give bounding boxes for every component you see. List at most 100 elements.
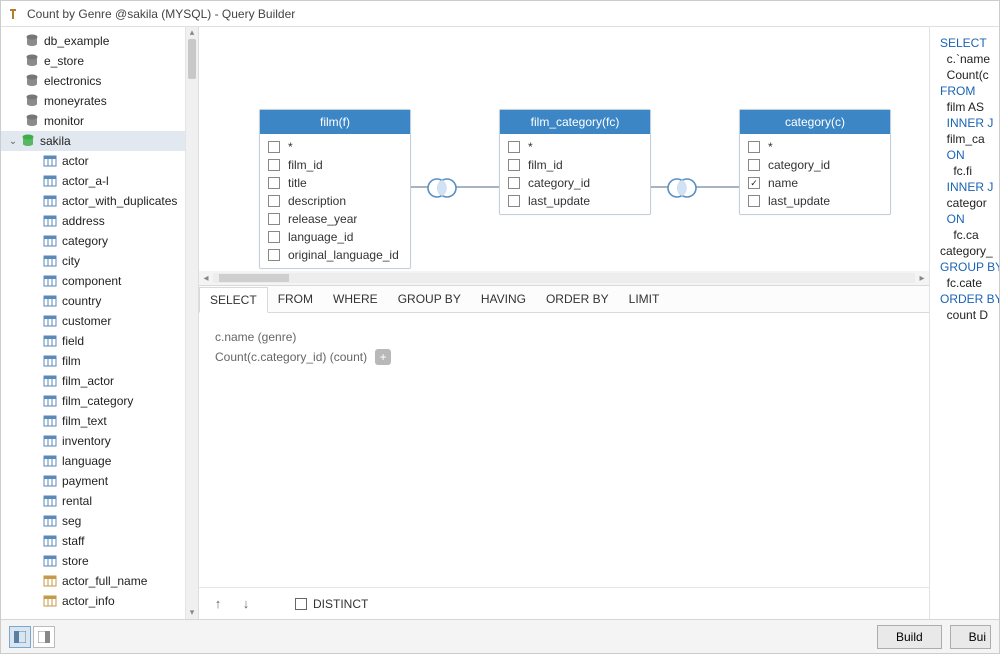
column-row[interactable]: last_update (500, 192, 650, 210)
scroll-up-icon[interactable]: ▴ (186, 27, 198, 39)
column-checkbox[interactable] (748, 159, 760, 171)
column-checkbox[interactable] (268, 249, 280, 261)
tab-where[interactable]: WHERE (323, 286, 388, 312)
column-label: language_id (288, 230, 353, 244)
select-row[interactable]: Count(c.category_id) (count)+ (215, 347, 913, 367)
table-card-header[interactable]: film_category(fc) (500, 110, 650, 134)
table-item[interactable]: address (1, 211, 185, 231)
move-up-icon[interactable]: ↑ (209, 596, 227, 611)
checkbox-icon[interactable] (295, 598, 307, 610)
table-card[interactable]: category(c) *category_idnamelast_update (739, 109, 891, 215)
table-item[interactable]: store (1, 551, 185, 571)
column-checkbox[interactable] (268, 141, 280, 153)
scroll-thumb[interactable] (188, 39, 196, 79)
column-row[interactable]: * (500, 138, 650, 156)
sidebar-scrollbar[interactable]: ▴ ▾ (185, 27, 198, 619)
toggle-left-panel[interactable] (9, 626, 31, 648)
table-card[interactable]: film(f) *film_idtitledescriptionrelease_y… (259, 109, 411, 269)
hscroll-thumb[interactable] (219, 274, 289, 282)
hscroll-left-icon[interactable]: ◂ (199, 273, 213, 284)
db-item[interactable]: moneyrates (1, 91, 185, 111)
build-run-button[interactable]: Bui (950, 625, 991, 649)
select-row[interactable]: c.name (genre) (215, 327, 913, 347)
table-item[interactable]: actor_a-l (1, 171, 185, 191)
table-item[interactable]: payment (1, 471, 185, 491)
table-item[interactable]: country (1, 291, 185, 311)
db-item[interactable]: e_store (1, 51, 185, 71)
table-label: category (62, 234, 108, 248)
column-row[interactable]: film_id (260, 156, 410, 174)
column-checkbox[interactable] (268, 159, 280, 171)
table-item[interactable]: customer (1, 311, 185, 331)
db-item-active[interactable]: ⌄sakila (1, 131, 185, 151)
db-tree[interactable]: db_examplee_storeelectronicsmoneyratesmo… (1, 27, 185, 619)
table-item[interactable]: seg (1, 511, 185, 531)
column-row[interactable]: release_year (260, 210, 410, 228)
column-row[interactable]: category_id (500, 174, 650, 192)
view-item[interactable]: actor_info (1, 591, 185, 611)
tab-limit[interactable]: LIMIT (619, 286, 670, 312)
table-card[interactable]: film_category(fc) *film_idcategory_idlast… (499, 109, 651, 215)
db-item[interactable]: monitor (1, 111, 185, 131)
table-item[interactable]: inventory (1, 431, 185, 451)
column-row[interactable]: title (260, 174, 410, 192)
hscroll-track[interactable] (213, 273, 915, 283)
add-select-icon[interactable]: + (375, 349, 391, 365)
table-item[interactable]: component (1, 271, 185, 291)
canvas-hscroll[interactable]: ◂ ▸ (199, 271, 929, 285)
table-item[interactable]: actor (1, 151, 185, 171)
column-checkbox[interactable] (508, 159, 520, 171)
table-item[interactable]: city (1, 251, 185, 271)
db-item[interactable]: db_example (1, 31, 185, 51)
join-icon[interactable] (665, 177, 699, 199)
table-item[interactable]: rental (1, 491, 185, 511)
column-checkbox[interactable] (508, 177, 520, 189)
column-checkbox[interactable] (508, 141, 520, 153)
column-checkbox[interactable] (268, 231, 280, 243)
tab-having[interactable]: HAVING (471, 286, 536, 312)
column-checkbox[interactable] (508, 195, 520, 207)
table-item[interactable]: field (1, 331, 185, 351)
table-item[interactable]: actor_with_duplicates (1, 191, 185, 211)
scroll-down-icon[interactable]: ▾ (186, 607, 198, 619)
table-label: store (62, 554, 89, 568)
column-checkbox[interactable] (268, 213, 280, 225)
column-row[interactable]: name (740, 174, 890, 192)
table-card-header[interactable]: category(c) (740, 110, 890, 134)
table-card-header[interactable]: film(f) (260, 110, 410, 134)
table-item[interactable]: film_actor (1, 371, 185, 391)
column-checkbox[interactable] (268, 177, 280, 189)
table-item[interactable]: film_category (1, 391, 185, 411)
column-row[interactable]: category_id (740, 156, 890, 174)
toggle-right-panel[interactable] (33, 626, 55, 648)
hscroll-right-icon[interactable]: ▸ (915, 273, 929, 284)
table-item[interactable]: category (1, 231, 185, 251)
column-checkbox[interactable] (748, 195, 760, 207)
tab-order-by[interactable]: ORDER BY (536, 286, 619, 312)
view-item[interactable]: actor_full_name (1, 571, 185, 591)
tab-from[interactable]: FROM (268, 286, 323, 312)
query-canvas[interactable]: film(f)*film_idtitledescriptionrelease_y… (199, 27, 929, 271)
table-item[interactable]: film_text (1, 411, 185, 431)
join-icon[interactable] (425, 177, 459, 199)
table-item[interactable]: film (1, 351, 185, 371)
column-checkbox[interactable] (748, 141, 760, 153)
table-item[interactable]: language (1, 451, 185, 471)
tab-group-by[interactable]: GROUP BY (388, 286, 471, 312)
column-row[interactable]: language_id (260, 228, 410, 246)
db-item[interactable]: electronics (1, 71, 185, 91)
column-row[interactable]: * (260, 138, 410, 156)
table-item[interactable]: staff (1, 531, 185, 551)
column-checkbox[interactable] (748, 177, 760, 189)
column-row[interactable]: last_update (740, 192, 890, 210)
column-row[interactable]: * (740, 138, 890, 156)
column-checkbox[interactable] (268, 195, 280, 207)
column-row[interactable]: description (260, 192, 410, 210)
build-button[interactable]: Build (877, 625, 942, 649)
tab-select[interactable]: SELECT (199, 287, 268, 313)
distinct-checkbox[interactable]: DISTINCT (295, 597, 368, 611)
column-row[interactable]: film_id (500, 156, 650, 174)
column-row[interactable]: original_language_id (260, 246, 410, 264)
move-down-icon[interactable]: ↓ (237, 596, 255, 611)
collapse-icon[interactable]: ⌄ (7, 136, 19, 147)
